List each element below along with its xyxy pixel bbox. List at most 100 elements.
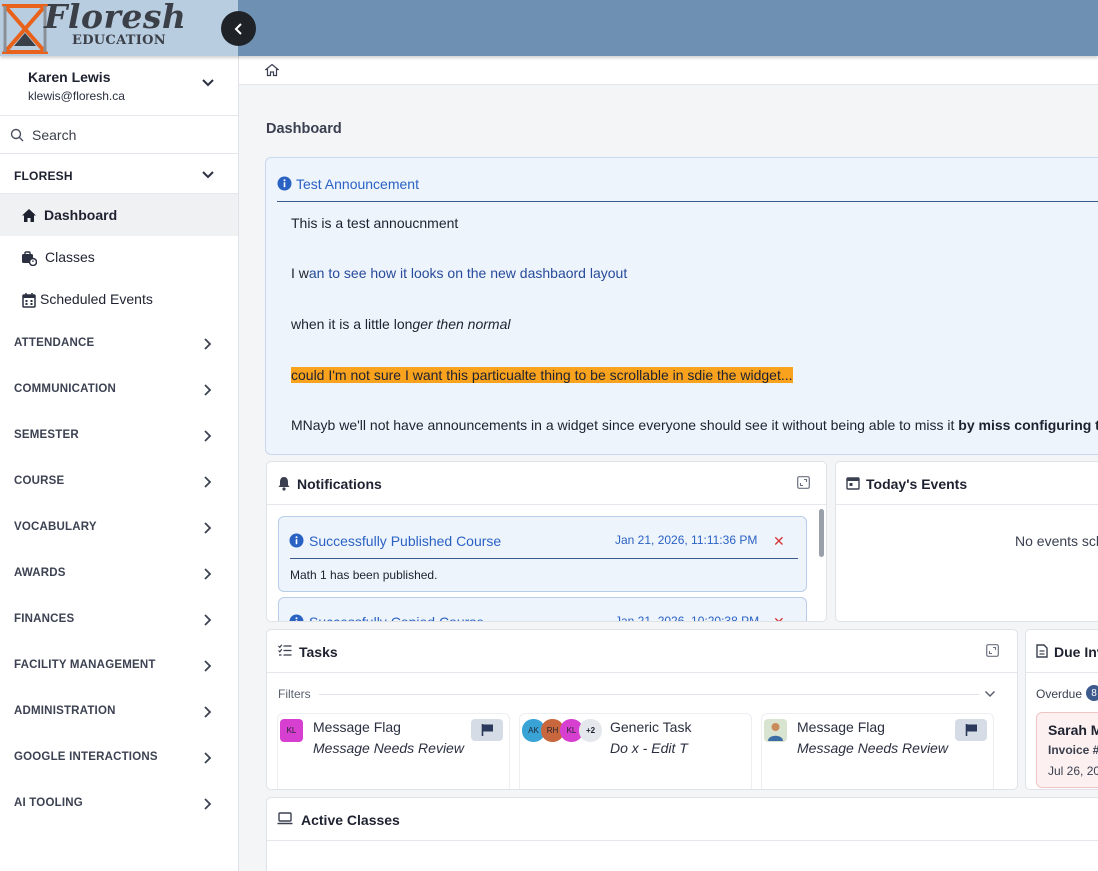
notifications-title: Notifications (297, 476, 382, 492)
avatar-overflow-count: +2 (579, 719, 602, 742)
invoices-title: Due Inv (1054, 644, 1098, 660)
announcement-text: MNayb we'll not have announcements in a … (291, 417, 959, 433)
divider (319, 694, 979, 695)
close-icon[interactable]: ✕ (773, 614, 785, 621)
notification-body: Math 1 has been published. (290, 568, 438, 582)
tasks-card: Tasks Filters KL Message Flag Message Ne… (266, 629, 1018, 790)
hourglass-logo-icon (2, 4, 48, 54)
divider (290, 558, 798, 559)
due-invoices-card: Due Inv Overdue 8 Sarah M Invoice # Jul … (1025, 629, 1098, 790)
notification-title: Successfully Copied Course (309, 614, 485, 622)
invoice-item[interactable]: Sarah M Invoice # Jul 26, 20 (1036, 712, 1098, 788)
expand-icon[interactable] (797, 476, 810, 489)
sidebar-section-vocabulary[interactable]: VOCABULARY (0, 504, 238, 550)
brand-subtitle: EDUCATION (72, 33, 166, 48)
announcement-text-blue: an to see how it looks on the new dashba… (308, 265, 628, 281)
sidebar-section-awards[interactable]: AWARDS (0, 550, 238, 596)
announcement-line-1: This is a test annoucnment (291, 215, 459, 231)
sidebar-section-finances[interactable]: FINANCES (0, 596, 238, 642)
info-icon (289, 533, 304, 548)
task-card[interactable]: KL Message Flag Message Needs Review (277, 713, 510, 789)
user-email: klewis@floresh.ca (28, 89, 125, 103)
user-name: Karen Lewis (28, 69, 111, 85)
brand-logo[interactable]: Floresh EDUCATION (0, 0, 238, 56)
chevron-right-icon (204, 706, 212, 718)
sidebar-section-facility-management[interactable]: FACILITY MANAGEMENT (0, 642, 238, 688)
calendar-icon (22, 293, 36, 308)
sidebar-section-attendance[interactable]: ATTENDANCE (0, 320, 238, 366)
avatar: KL (280, 719, 303, 742)
sidebar-section-administration[interactable]: ADMINISTRATION (0, 688, 238, 734)
collapse-sidebar-button[interactable] (221, 11, 256, 46)
flag-button[interactable] (955, 719, 987, 741)
app-root: Floresh EDUCATION Karen Lewis klewis@flo… (0, 0, 1098, 871)
task-subtitle: Message Needs Review (797, 740, 948, 756)
brand-name: Floresh (44, 0, 187, 36)
sidebar-item-dashboard[interactable]: Dashboard (0, 194, 238, 236)
sidebar-item-label: Classes (45, 249, 95, 265)
search-input[interactable] (32, 124, 222, 146)
filters-toggle[interactable]: Filters (278, 687, 311, 701)
search-bar (0, 116, 238, 154)
events-header: Today's Events (836, 462, 1098, 505)
sidebar-item-scheduled-events[interactable]: Scheduled Events (0, 278, 238, 320)
active-classes-card: Active Classes (266, 797, 1098, 871)
chevron-right-icon (204, 614, 212, 626)
flag-button[interactable] (471, 719, 503, 741)
task-card[interactable]: Message Flag Message Needs Review (761, 713, 994, 789)
announcement-text-bold: by miss configuring th (958, 417, 1098, 433)
sidebar-item-label: Scheduled Events (40, 291, 153, 307)
section-label: FACILITY MANAGEMENT (14, 659, 156, 671)
chevron-left-icon (234, 22, 242, 35)
section-label: ATTENDANCE (14, 337, 95, 349)
announcement-line-2: I wan to see how it looks on the new das… (291, 265, 627, 281)
invoice-student-name: Sarah M (1048, 722, 1098, 738)
chevron-right-icon (204, 798, 212, 810)
events-empty-text: No events sch (1015, 533, 1098, 549)
group-floresh[interactable]: FLORESH (0, 154, 238, 194)
section-label: COMMUNICATION (14, 383, 117, 395)
announcement-text-highlight: could I'm not sure I want this particual… (291, 367, 793, 383)
sidebar-item-classes[interactable]: Classes (0, 236, 238, 278)
close-icon[interactable]: ✕ (773, 533, 785, 550)
announcement-card: Test Announcement This is a test annoucn… (265, 157, 1098, 455)
notification-date: Jan 21, 2026, 10:20:38 PM (615, 614, 760, 622)
chevron-right-icon (204, 338, 212, 350)
sidebar: Karen Lewis klewis@floresh.ca FLORESH Da… (0, 56, 239, 871)
sidebar-section-semester[interactable]: SEMESTER (0, 412, 238, 458)
todays-events-card: Today's Events No events sch (835, 461, 1098, 622)
chevron-down-icon[interactable] (201, 78, 215, 88)
invoice-icon (1036, 644, 1048, 658)
notification-item[interactable]: Successfully Published Course Jan 21, 20… (278, 516, 807, 592)
main-content: Dashboard Test Announcement This is a te… (239, 56, 1098, 871)
events-title: Today's Events (866, 476, 968, 492)
sidebar-section-ai-tooling[interactable]: AI TOOLING (0, 780, 238, 826)
announcement-text: when it is a little lon (291, 316, 413, 332)
overdue-label[interactable]: Overdue (1036, 687, 1082, 701)
task-list-icon (278, 644, 292, 656)
task-card[interactable]: AK RH KL +2 Generic Task Do x - Edit T (519, 713, 752, 789)
notifications-scrollbar[interactable] (819, 509, 824, 557)
section-label: COURSE (14, 475, 65, 487)
chevron-down-icon[interactable] (984, 690, 996, 698)
user-menu[interactable]: Karen Lewis klewis@floresh.ca (0, 56, 238, 116)
overdue-count-badge: 8 (1086, 685, 1098, 701)
invoice-date: Jul 26, 20 (1048, 764, 1098, 778)
flag-icon (481, 724, 493, 736)
sidebar-section-course[interactable]: COURSE (0, 458, 238, 504)
section-label: SEMESTER (14, 429, 79, 441)
section-label: ADMINISTRATION (14, 705, 116, 717)
info-icon (277, 176, 292, 191)
invoice-number: Invoice # (1048, 743, 1098, 757)
expand-icon[interactable] (986, 644, 999, 657)
active-classes-title: Active Classes (301, 812, 400, 828)
classes-icon (22, 251, 37, 266)
notifications-header: Notifications (267, 462, 826, 505)
task-subtitle: Do x - Edit T (610, 740, 688, 756)
home-icon[interactable] (265, 63, 279, 77)
chevron-right-icon (204, 476, 212, 488)
sidebar-section-communication[interactable]: COMMUNICATION (0, 366, 238, 412)
sidebar-section-google-interactions[interactable]: GOOGLE INTERACTIONS (0, 734, 238, 780)
info-icon (289, 614, 304, 621)
notification-item[interactable]: Successfully Copied Course Jan 21, 2026,… (278, 597, 807, 622)
